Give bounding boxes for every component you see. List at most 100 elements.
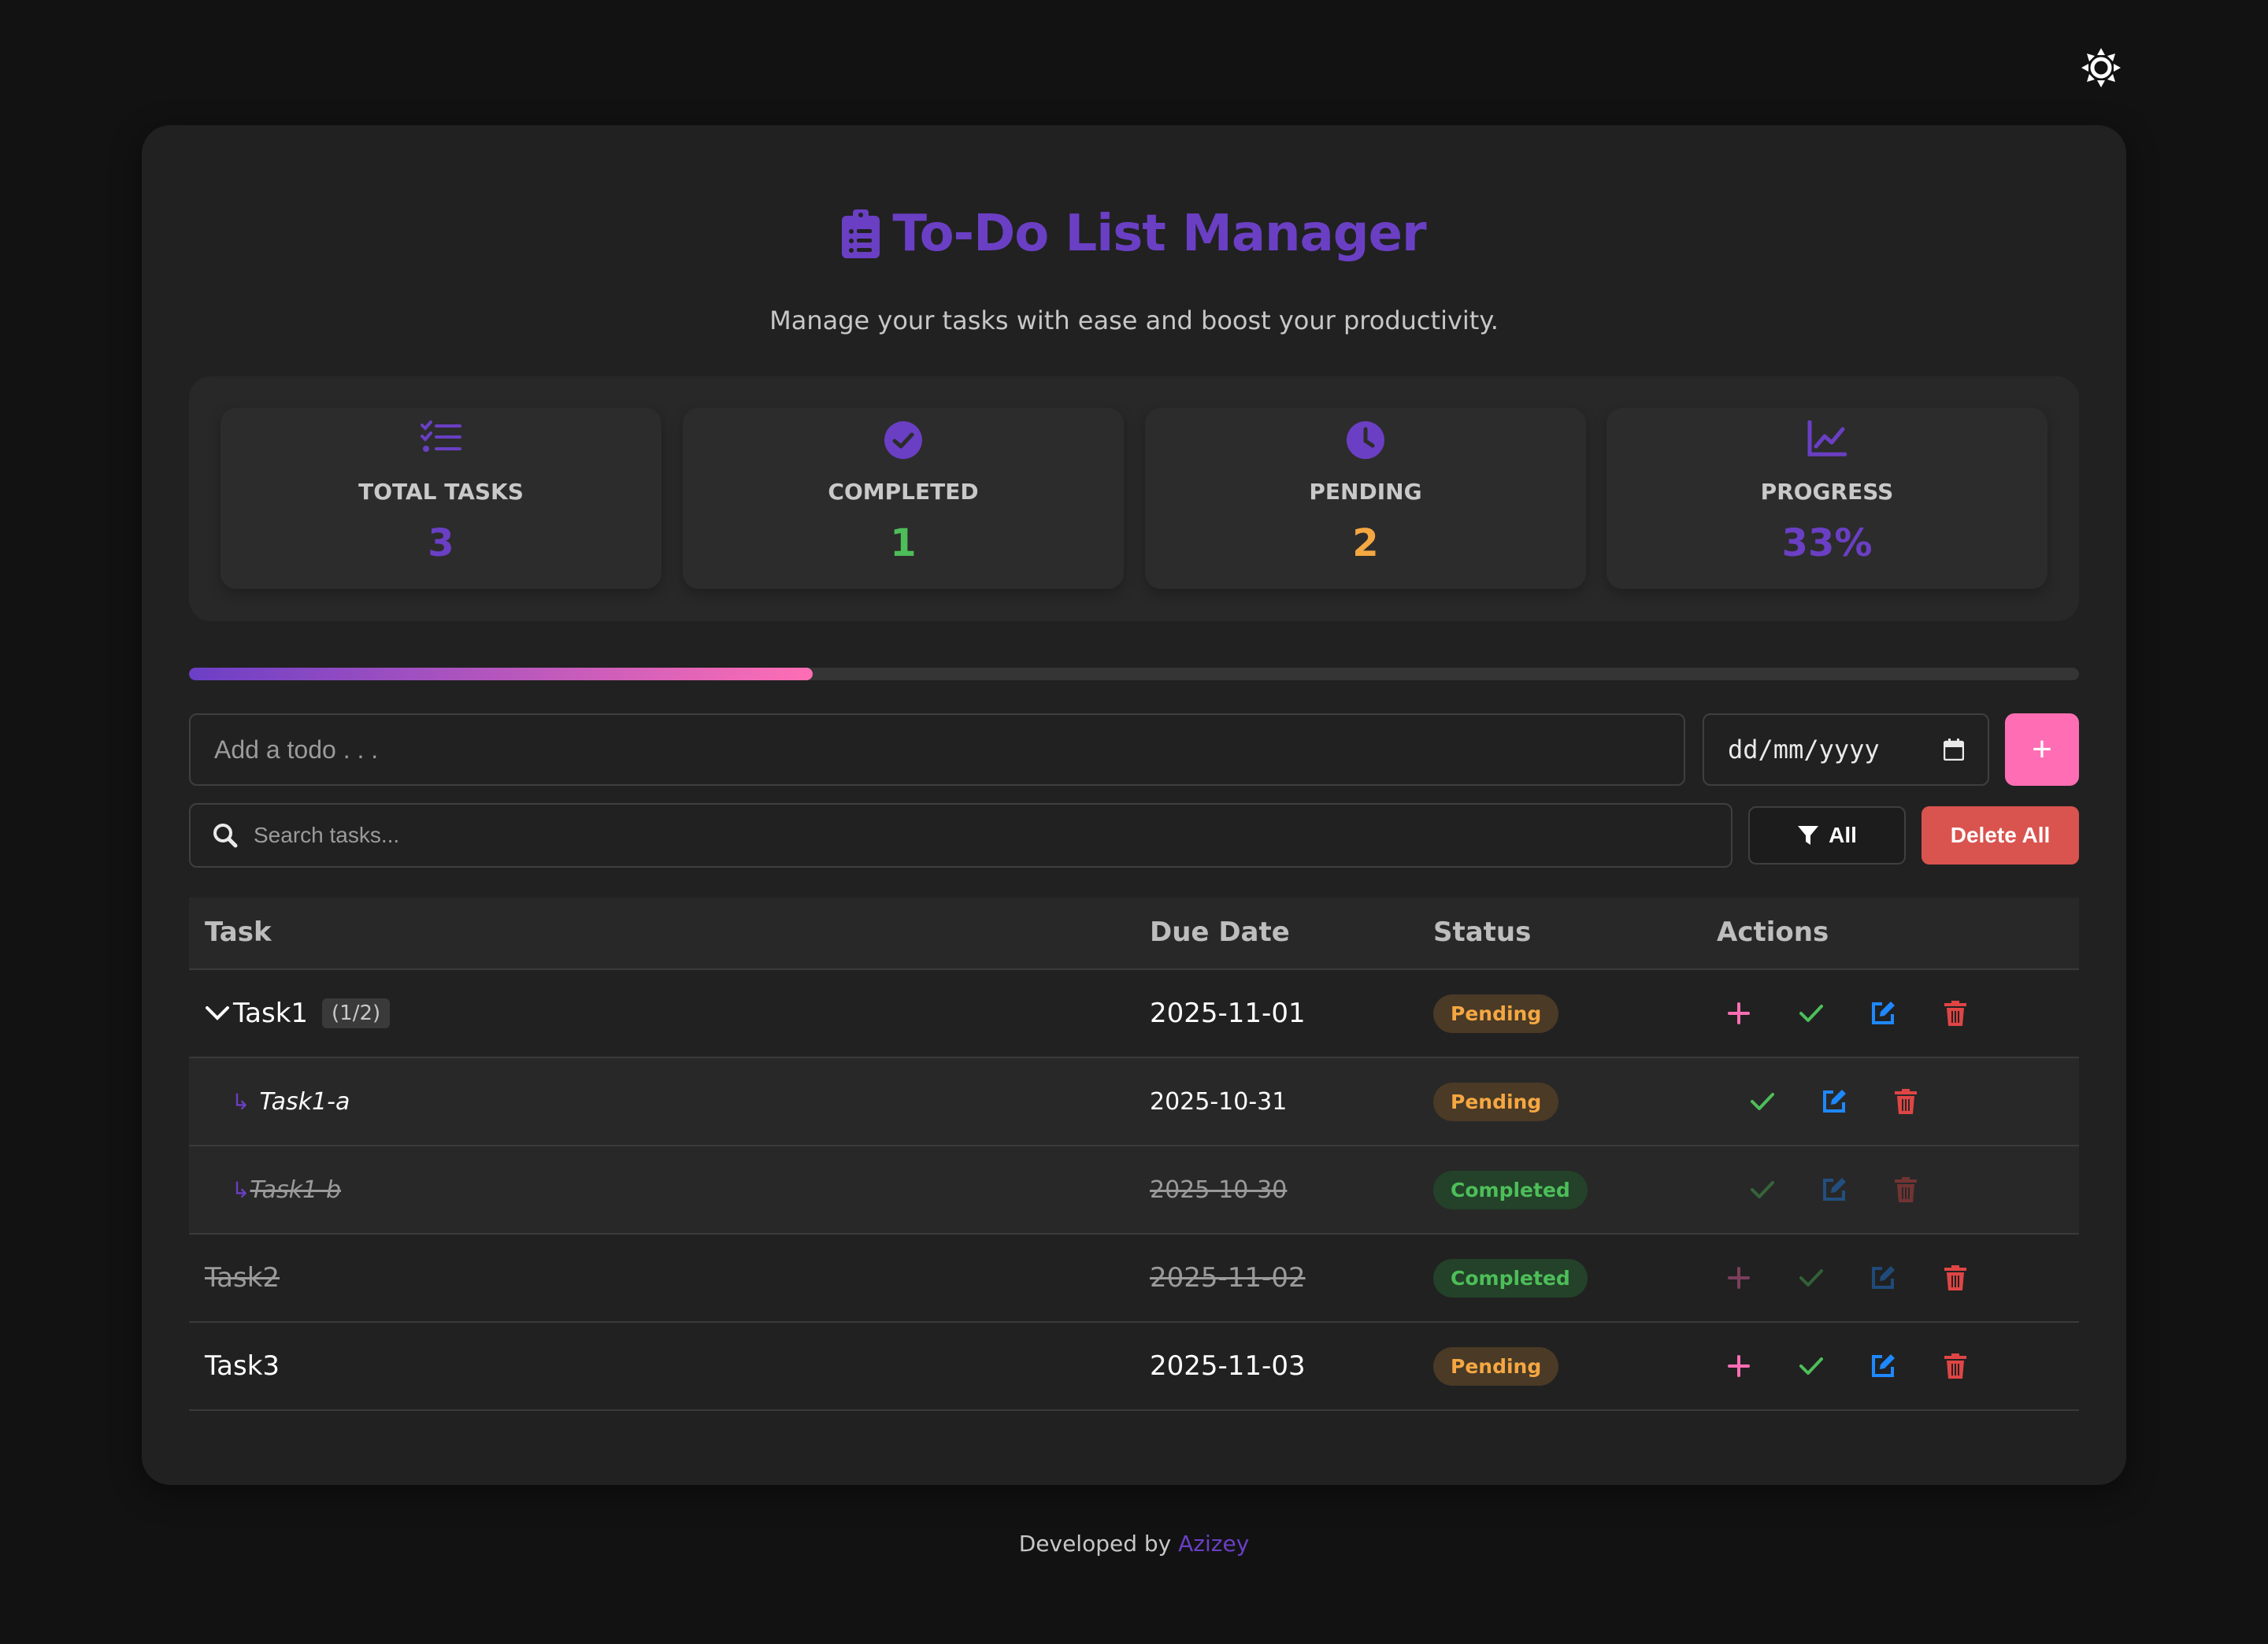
task-name: Task1-b bbox=[250, 1176, 341, 1204]
page-subtitle: Manage your tasks with ease and boost yo… bbox=[769, 305, 1499, 335]
actions-cell bbox=[1717, 1235, 2032, 1321]
task-name: Task2 bbox=[205, 1262, 280, 1294]
trash-icon bbox=[1944, 1001, 1966, 1026]
task-table: Task Due Date Status Actions Task1 (1/2)… bbox=[189, 898, 2079, 1411]
delete-button[interactable] bbox=[1933, 1256, 1977, 1300]
subtask-count-badge: (1/2) bbox=[322, 998, 391, 1028]
filter-label: All bbox=[1829, 823, 1857, 847]
search-placeholder: Search tasks... bbox=[254, 823, 400, 847]
edit-button[interactable] bbox=[1861, 1256, 1905, 1300]
header-task: Task bbox=[205, 916, 272, 948]
stat-label: COMPLETED bbox=[828, 479, 979, 505]
page-title: To-Do List Manager bbox=[0, 205, 2268, 263]
status-cell: Completed bbox=[1433, 1146, 1588, 1233]
complete-button[interactable] bbox=[1789, 1344, 1833, 1388]
due-date: 2025-11-02 bbox=[1150, 1262, 1306, 1294]
stat-value: 2 bbox=[1352, 521, 1379, 565]
actions-cell bbox=[1717, 970, 2032, 1057]
filter-icon bbox=[1798, 826, 1819, 845]
task-name: Task1 bbox=[233, 998, 309, 1029]
table-row: Task2 2025-11-02 Completed bbox=[189, 1235, 2079, 1323]
edit-icon bbox=[1823, 1178, 1846, 1201]
stat-value: 3 bbox=[428, 521, 454, 565]
edit-button[interactable] bbox=[1812, 1168, 1856, 1212]
check-icon bbox=[1751, 1093, 1774, 1110]
edit-icon bbox=[1872, 1266, 1895, 1289]
todo-placeholder: Add a todo . . . bbox=[214, 735, 379, 764]
header-due-date: Due Date bbox=[1150, 916, 1290, 948]
task-list-icon bbox=[421, 420, 461, 452]
date-placeholder: dd/mm/yyyy bbox=[1728, 735, 1880, 765]
theme-toggle-button[interactable] bbox=[2079, 46, 2123, 90]
add-todo-button[interactable]: + bbox=[2005, 713, 2079, 786]
edit-button[interactable] bbox=[1861, 1344, 1905, 1388]
due-date: 2025-10-30 bbox=[1150, 1176, 1288, 1204]
stat-progress: PROGRESS 33% bbox=[1606, 408, 2048, 589]
progress-fill bbox=[189, 668, 813, 680]
header-status: Status bbox=[1433, 916, 1532, 948]
due-date: 2025-11-01 bbox=[1150, 998, 1306, 1029]
delete-all-button[interactable]: Delete All bbox=[1922, 806, 2079, 865]
title-text: To-Do List Manager bbox=[892, 205, 1426, 263]
table-header: Task Due Date Status Actions bbox=[189, 898, 2079, 970]
status-cell: Completed bbox=[1433, 1235, 1588, 1321]
add-subtask-button[interactable] bbox=[1717, 1256, 1761, 1300]
stat-value: 33% bbox=[1781, 521, 1873, 565]
delete-all-label: Delete All bbox=[1950, 823, 2051, 847]
stat-label: TOTAL TASKS bbox=[358, 479, 524, 505]
due-date: 2025-10-31 bbox=[1150, 1087, 1288, 1116]
filter-button[interactable]: All bbox=[1748, 806, 1906, 865]
check-icon bbox=[1799, 1005, 1823, 1022]
header-actions: Actions bbox=[1717, 916, 1829, 948]
stat-value: 1 bbox=[890, 521, 917, 565]
chevron-down-icon[interactable] bbox=[205, 1005, 230, 1022]
delete-button[interactable] bbox=[1933, 991, 1977, 1035]
search-input[interactable]: Search tasks... bbox=[189, 803, 1732, 868]
task-name: Task3 bbox=[205, 1350, 280, 1382]
actions-cell bbox=[1740, 1058, 2055, 1145]
complete-button[interactable] bbox=[1789, 1256, 1833, 1300]
task-cell: ↳ Task1-b bbox=[232, 1146, 341, 1233]
complete-button[interactable] bbox=[1740, 1079, 1784, 1124]
complete-button[interactable] bbox=[1789, 991, 1833, 1035]
sun-icon bbox=[2081, 48, 2121, 87]
todo-input[interactable]: Add a todo . . . bbox=[189, 713, 1685, 786]
table-row: ↳ Task1-b 2025-10-30 Completed bbox=[189, 1146, 2079, 1235]
delete-button[interactable] bbox=[1884, 1168, 1928, 1212]
stat-label: PENDING bbox=[1309, 479, 1422, 505]
subtask-arrow-icon: ↳ bbox=[232, 1089, 250, 1114]
add-subtask-button[interactable] bbox=[1717, 1344, 1761, 1388]
task-cell: Task2 bbox=[205, 1235, 280, 1321]
add-subtask-button[interactable] bbox=[1717, 991, 1761, 1035]
status-badge: Pending bbox=[1433, 1082, 1559, 1121]
clipboard-icon bbox=[842, 209, 880, 258]
status-cell: Pending bbox=[1433, 1058, 1559, 1145]
edit-icon bbox=[1823, 1090, 1846, 1113]
progress-bar bbox=[189, 668, 2079, 680]
author-link[interactable]: Azizey bbox=[1178, 1531, 1249, 1557]
footer-prefix: Developed by bbox=[1018, 1531, 1172, 1557]
footer: Developed by Azizey bbox=[0, 1531, 2268, 1557]
edit-button[interactable] bbox=[1812, 1079, 1856, 1124]
check-icon bbox=[1799, 1269, 1823, 1287]
trash-icon bbox=[1944, 1353, 1966, 1379]
task-cell: Task1 (1/2) bbox=[205, 970, 391, 1057]
edit-button[interactable] bbox=[1861, 991, 1905, 1035]
delete-button[interactable] bbox=[1884, 1079, 1928, 1124]
actions-cell bbox=[1717, 1323, 2032, 1409]
delete-button[interactable] bbox=[1933, 1344, 1977, 1388]
due-date: 2025-11-03 bbox=[1150, 1350, 1306, 1382]
status-badge: Pending bbox=[1433, 1346, 1559, 1386]
stat-pending: PENDING 2 bbox=[1145, 408, 1586, 589]
check-icon bbox=[1799, 1357, 1823, 1375]
subtask-arrow-icon: ↳ bbox=[232, 1177, 250, 1202]
edit-icon bbox=[1872, 1002, 1895, 1024]
status-cell: Pending bbox=[1433, 970, 1559, 1057]
calendar-icon[interactable] bbox=[1944, 739, 1964, 761]
clock-icon bbox=[1347, 421, 1384, 459]
complete-button[interactable] bbox=[1740, 1168, 1784, 1212]
task-cell: Task3 bbox=[205, 1323, 280, 1409]
table-row: Task1 (1/2) 2025-11-01 Pending bbox=[189, 970, 2079, 1058]
due-date-input[interactable]: dd/mm/yyyy bbox=[1703, 713, 1989, 786]
plus-icon: + bbox=[2032, 730, 2052, 768]
